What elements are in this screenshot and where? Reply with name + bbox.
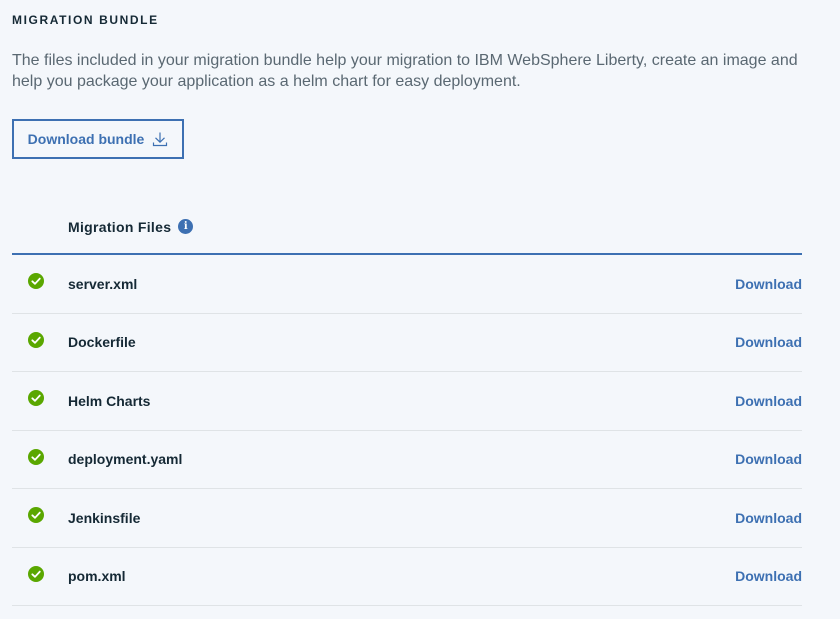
checkmark-circle-icon [28,448,44,465]
download-bundle-button[interactable]: Download bundle [12,119,184,159]
table-row: Jenkinsfile Download [12,489,802,548]
download-link[interactable]: Download [735,334,802,350]
file-name: Dockerfile [68,334,136,351]
download-link[interactable]: Download [735,451,802,467]
checkmark-circle-icon [28,565,44,582]
table-row: Dockerfile Download [12,314,802,372]
table-row: server.xml Download [12,255,802,314]
download-icon [153,132,168,147]
checkmark-circle-icon [28,507,44,523]
checkmark-circle-icon [28,273,44,289]
download-link[interactable]: Download [735,568,802,584]
info-icon[interactable]: i [178,219,194,234]
checkmark-circle-icon [28,390,44,406]
download-link[interactable]: Download [735,276,802,292]
download-bundle-label: Download bundle [27,131,145,147]
section-title: MIGRATION BUNDLE [12,13,159,27]
table-row: pom.xml Download [12,548,802,606]
table-row: deployment.yaml Download [12,431,802,489]
download-link[interactable]: Download [735,510,802,526]
checkmark-circle-icon [28,331,44,348]
section-description: The files included in your migration bun… [12,52,798,90]
file-name: Jenkinsfile [68,509,141,526]
file-name: pom.xml [68,568,126,585]
table-row: Helm Charts Download [12,372,802,431]
download-link[interactable]: Download [735,393,802,409]
file-name: Helm Charts [68,392,151,409]
file-name: deployment.yaml [68,451,183,468]
migration-files-table: Migration Files i server.xml Download Dock… [12,200,802,606]
migration-files-title: Migration Files [68,218,172,235]
file-name: server.xml [68,275,138,292]
migration-files-header: Migration Files i [12,200,802,255]
migration-files-rows: server.xml Download Dockerfile Download Helm… [12,255,802,606]
